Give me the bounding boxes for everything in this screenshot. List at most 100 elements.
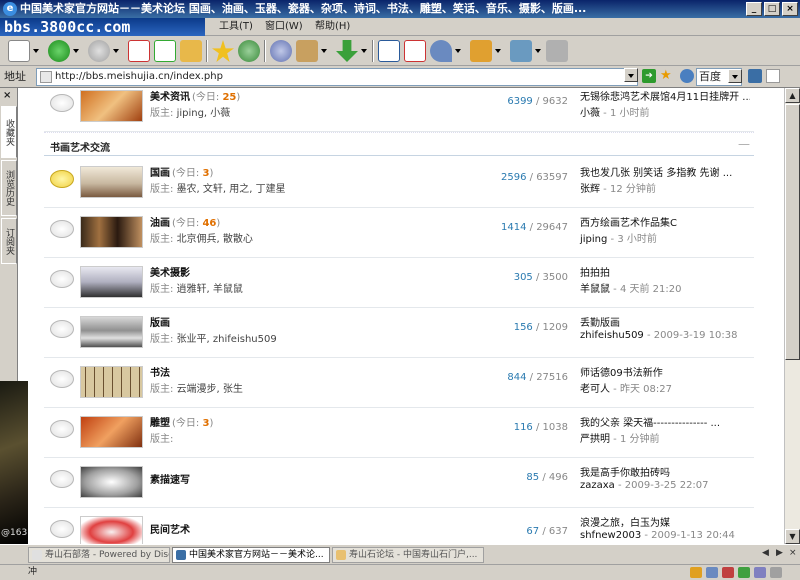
tab-scroll-left-icon[interactable]: ◀ [762, 548, 769, 558]
forum-thumbnail[interactable] [80, 216, 143, 248]
chevron-down-icon[interactable] [33, 49, 39, 53]
favorites-icon[interactable] [212, 40, 234, 62]
last-post-user[interactable]: 严拱明 [580, 434, 610, 445]
forum-name[interactable]: 书法 [150, 364, 172, 379]
refresh-icon[interactable] [154, 40, 176, 62]
forward-icon[interactable] [88, 40, 110, 62]
go-button[interactable]: ➔ [642, 69, 656, 83]
forum-name[interactable]: 素描速写 [150, 471, 192, 486]
last-post-user[interactable]: zazaxa [580, 480, 615, 491]
last-post-user[interactable]: zhifeishu509 [580, 330, 644, 341]
forum-thumbnail[interactable] [80, 466, 143, 498]
last-post-title[interactable]: 无锡徐悲鸿艺术展馆4月11日挂牌开 ... [580, 88, 750, 103]
upload-icon[interactable] [470, 40, 492, 62]
last-post-title[interactable]: 丢勤版画 [580, 314, 750, 329]
forum-name[interactable]: 版画 [150, 314, 172, 329]
sidebar-tab-favorites[interactable]: 收藏夹 [1, 106, 17, 158]
moderator-links[interactable]: 墨农, 文轩, 用之, 丁建星 [177, 184, 286, 195]
last-post-user[interactable]: 张辉 [580, 184, 600, 195]
new-page-icon[interactable] [8, 40, 30, 62]
print-icon[interactable] [546, 40, 568, 62]
last-post-user[interactable]: shfnew2003 [580, 530, 641, 541]
last-post-title[interactable]: 师话德09书法新作 [580, 364, 750, 379]
chevron-down-icon[interactable] [455, 49, 461, 53]
vertical-scrollbar[interactable]: ▲ ▼ [784, 88, 800, 544]
stop-icon[interactable] [128, 40, 150, 62]
sidebar-tab-feeds[interactable]: 订阅夹 [1, 218, 17, 264]
last-post-title[interactable]: 我也发几张 别笑话 多指教 先谢 ... [580, 164, 750, 179]
chevron-down-icon[interactable] [321, 49, 327, 53]
network-icon[interactable] [510, 40, 532, 62]
forum-thumbnail[interactable] [80, 166, 143, 198]
pen-icon[interactable] [748, 69, 762, 83]
back-icon[interactable] [48, 40, 70, 62]
moderator-links[interactable]: jiping, 小薇 [177, 108, 231, 119]
chevron-down-icon[interactable] [73, 49, 79, 53]
last-post-title[interactable]: 西方绘画艺术作品集C [580, 214, 750, 229]
url-dropdown-button[interactable] [624, 68, 638, 82]
forum-name[interactable]: 民间艺术 [150, 521, 192, 536]
undo-icon[interactable] [430, 40, 452, 62]
browser-tab[interactable]: 寿山石部落 - Powered by Disc... [28, 547, 170, 563]
last-post-user[interactable]: 羊鼠鼠 [580, 284, 610, 295]
close-button[interactable]: × [782, 2, 798, 16]
star-icon[interactable]: ★ [660, 68, 672, 84]
forum-name[interactable]: 油画 (今日: 46) [150, 214, 220, 229]
chevron-down-icon[interactable] [113, 49, 119, 53]
network-status-icon[interactable] [706, 567, 718, 578]
forum-name[interactable]: 美术摄影 [150, 264, 192, 279]
forum-thumbnail[interactable] [80, 366, 143, 398]
scroll-up-icon[interactable]: ▲ [785, 88, 800, 103]
url-input[interactable]: http://bbs.meishujia.cn/index.php [36, 68, 638, 86]
menu-window[interactable]: 窗口(W) [262, 18, 306, 36]
tools-icon[interactable] [296, 40, 318, 62]
close-icon[interactable]: × [3, 91, 11, 101]
close-window-icon[interactable] [404, 40, 426, 62]
forum-thumbnail[interactable] [80, 266, 143, 298]
download-status-icon[interactable] [738, 567, 750, 578]
chevron-down-icon[interactable] [361, 49, 367, 53]
forum-name[interactable]: 国画 (今日: 3) [150, 164, 213, 179]
chevron-down-icon[interactable] [535, 49, 541, 53]
home-icon[interactable] [180, 40, 202, 62]
forum-name[interactable]: 雕塑 (今日: 3) [150, 414, 213, 429]
moderator-links[interactable]: 北京佣兵, 散散心 [177, 234, 253, 245]
maximize-button[interactable]: □ [764, 2, 780, 16]
collapse-icon[interactable]: — [738, 137, 750, 151]
moderator-links[interactable]: 逍雅轩, 羊鼠鼠 [177, 284, 243, 295]
minimize-button[interactable]: _ [746, 2, 762, 16]
moderator-links[interactable]: 张业平, zhifeishu509 [177, 334, 277, 345]
search-icon[interactable] [680, 69, 694, 83]
menu-help[interactable]: 帮助(H) [312, 18, 353, 36]
menu-tools[interactable]: 工具(T) [216, 18, 256, 36]
browser-tab-active[interactable]: 中国美术家官方网站－－美术论... [172, 547, 330, 563]
search-engine-dropdown[interactable] [728, 69, 742, 83]
zoom-icon[interactable] [754, 567, 766, 578]
category-title[interactable]: 书画艺术交流 [50, 139, 110, 154]
forum-thumbnail[interactable] [80, 516, 143, 544]
last-post-title[interactable]: 拍拍拍 [580, 264, 750, 279]
forum-thumbnail[interactable] [80, 316, 143, 348]
last-post-user[interactable]: jiping [580, 234, 607, 245]
tab-scroll-right-icon[interactable]: ▶ [776, 548, 783, 558]
last-post-title[interactable]: 我是高手你敢拍砖吗 [580, 464, 750, 479]
settings-status-icon[interactable] [770, 567, 782, 578]
last-post-user[interactable]: 老可人 [580, 384, 610, 395]
scroll-down-icon[interactable]: ▼ [785, 529, 800, 544]
page-menu-icon[interactable] [766, 69, 780, 83]
last-post-user[interactable]: 小薇 [580, 108, 600, 119]
forum-thumbnail[interactable] [80, 416, 143, 448]
security-icon[interactable] [690, 567, 702, 578]
last-post-title[interactable]: 浪漫之旅，白玉为媒 [580, 514, 750, 529]
forum-thumbnail[interactable] [80, 90, 143, 122]
browser-tab[interactable]: 寿山石论坛 - 中国寿山石门户,... [332, 547, 484, 563]
window-icon[interactable] [378, 40, 400, 62]
history-icon[interactable] [238, 40, 260, 62]
popup-blocker-icon[interactable] [722, 567, 734, 578]
sidebar-tab-history[interactable]: 浏览历史 [1, 160, 17, 216]
download-icon[interactable] [336, 40, 358, 62]
settings-icon[interactable] [270, 40, 292, 62]
last-post-title[interactable]: 我的父亲 梁天福--------------- ... [580, 414, 750, 429]
scrollbar-thumb[interactable] [785, 104, 800, 360]
chevron-down-icon[interactable] [495, 49, 501, 53]
